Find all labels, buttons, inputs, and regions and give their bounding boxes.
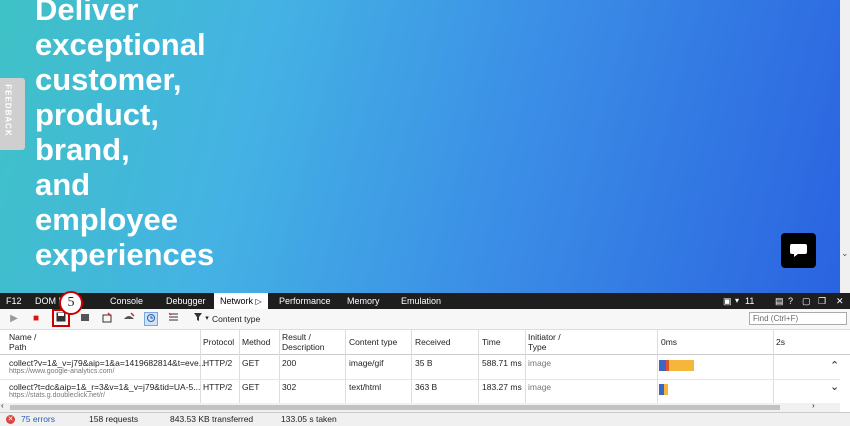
always-refresh-icon[interactable]: [144, 312, 158, 326]
request-result: 302: [282, 382, 297, 392]
request-time: 183.27 ms: [482, 382, 522, 392]
play-circle-icon: ▷: [255, 297, 262, 306]
clear-session-icon[interactable]: [100, 312, 114, 326]
close-icon[interactable]: ✕: [836, 293, 844, 309]
horizontal-scrollbar[interactable]: ‹ ›: [0, 401, 840, 412]
request-content-type: text/html: [349, 382, 382, 392]
error-icon: ✕: [6, 415, 15, 424]
column-header-name[interactable]: Name / Path: [9, 332, 36, 352]
hero-title-line: brand,: [35, 132, 130, 167]
column-header-result-label: Result /: [282, 332, 311, 342]
column-header-description-label: Description: [282, 342, 325, 352]
monitor-count: 11: [745, 296, 755, 306]
request-result: 200: [282, 358, 297, 368]
scrollbar-thumb[interactable]: [10, 405, 780, 410]
request-protocol: HTTP/2: [203, 358, 233, 368]
clear-cache-icon[interactable]: [122, 312, 136, 326]
request-content-type: image/gif: [349, 358, 384, 368]
find-input[interactable]: Find (Ctrl+F): [749, 312, 847, 325]
network-toolbar: ▶ ■ ▾ Content type Find (Ctrl+F): [0, 309, 850, 330]
column-header-content-type[interactable]: Content type: [349, 337, 397, 347]
column-header-initiator-label: Initiator /: [528, 332, 561, 342]
tab-network-label: Network: [220, 296, 254, 306]
tab-performance[interactable]: Performance: [279, 293, 331, 309]
time-taken: 133.05 s taken: [281, 414, 337, 424]
timing-bar-receive: [669, 360, 694, 371]
list-filter-icon[interactable]: [166, 312, 180, 326]
page-scrollbar[interactable]: ⌄: [840, 0, 850, 293]
step-badge: 5: [59, 291, 83, 315]
chat-bubble-icon: [790, 244, 807, 257]
request-protocol: HTTP/2: [203, 382, 233, 392]
request-initiator: image: [528, 382, 552, 392]
tab-memory[interactable]: Memory: [347, 293, 380, 309]
column-header-method[interactable]: Method: [242, 337, 270, 347]
chevron-up-icon[interactable]: ⌃: [830, 359, 839, 372]
hero-banner: Deliver exceptional customer, product, b…: [0, 0, 850, 293]
devtools-tabbar: F12 DOM E Console Debugger Network ▷ Per…: [0, 293, 850, 309]
column-header-name-label: Name /: [9, 332, 37, 342]
tab-network[interactable]: Network ▷: [214, 293, 268, 309]
import-icon[interactable]: [78, 312, 92, 326]
hero-title-line: Deliver: [35, 0, 139, 27]
errors-link[interactable]: 75 errors: [21, 413, 55, 426]
hero-title-line: customer,: [35, 62, 182, 97]
request-name: collect?v=1&_v=j79&aip=1&a=1419682814&t=…: [9, 358, 206, 368]
request-method: GET: [242, 382, 260, 392]
transferred-size: 843.53 KB transferred: [170, 414, 254, 424]
hero-title-line: and: [35, 167, 91, 202]
tab-debugger[interactable]: Debugger: [166, 293, 206, 309]
table-row[interactable]: collect?v=1&_v=j79&aip=1&a=1419682814&t=…: [0, 355, 840, 380]
monitor-icon[interactable]: ▣: [723, 293, 732, 309]
column-header-initiator[interactable]: Initiator / Type: [528, 332, 561, 352]
request-path: https://stats.g.doubleclick.net/r/: [9, 392, 106, 399]
request-received: 363 B: [415, 382, 438, 392]
chat-button[interactable]: [781, 233, 816, 268]
chevron-left-icon[interactable]: ‹: [1, 401, 4, 410]
column-header-protocol[interactable]: Protocol: [203, 337, 234, 347]
request-name: collect?t=dc&aip=1&_r=3&v=1&_v=j79&tid=U…: [9, 382, 201, 392]
table-row[interactable]: collect?t=dc&aip=1&_r=3&v=1&_v=j79&tid=U…: [0, 379, 840, 404]
column-header-type-label: Type: [528, 342, 547, 352]
feedback-tab[interactable]: FEEDBACK: [0, 78, 25, 150]
undock-icon[interactable]: ▢: [802, 293, 811, 309]
chevron-down-icon[interactable]: ⌄: [841, 248, 849, 259]
hero-title-line: exceptional: [35, 27, 206, 62]
chevron-down-icon[interactable]: ⌄: [830, 380, 839, 393]
play-icon[interactable]: ▶: [7, 312, 21, 326]
stop-icon[interactable]: ■: [29, 312, 43, 326]
tab-emulation[interactable]: Emulation: [401, 293, 441, 309]
f12-label: F12: [6, 296, 22, 306]
request-method: GET: [242, 358, 260, 368]
content-type-filter[interactable]: Content type: [212, 314, 260, 324]
tab-console[interactable]: Console: [110, 293, 143, 309]
timing-bar-receive: [664, 384, 668, 395]
column-header-time[interactable]: Time: [482, 337, 501, 347]
chevron-right-icon[interactable]: ›: [812, 401, 815, 410]
request-path: https://www.google-analytics.com/: [9, 368, 115, 375]
restore-icon[interactable]: ❐: [818, 293, 826, 309]
help-button[interactable]: ?: [788, 293, 793, 309]
hero-title-line: product,: [35, 97, 159, 132]
devtools-panel: F12 DOM E Console Debugger Network ▷ Per…: [0, 291, 850, 426]
hero-title-line: employee: [35, 202, 179, 237]
timing-bar-connect: [659, 360, 666, 371]
hero-title-line: experiences: [35, 237, 215, 272]
request-received: 35 B: [415, 358, 433, 368]
column-header-result[interactable]: Result / Description: [282, 332, 325, 352]
timeline-mark-label: 2s: [776, 337, 785, 347]
column-header-received[interactable]: Received: [415, 337, 450, 347]
timeline-start-label: 0ms: [661, 337, 678, 347]
request-time: 588.71 ms: [482, 358, 522, 368]
grid-header: Name / Path Protocol Method Result / Des…: [0, 330, 850, 355]
dropdown-arrow-icon[interactable]: ▾: [735, 293, 739, 309]
status-bar: ✕ 75 errors 158 requests 843.53 KB trans…: [0, 412, 850, 426]
hero-title: Deliver exceptional customer, product, b…: [35, 0, 214, 272]
console-toggle-icon[interactable]: ▤: [775, 293, 784, 309]
requests-count: 158 requests: [89, 414, 139, 424]
column-header-path-label: Path: [9, 342, 27, 352]
request-initiator: image: [528, 358, 552, 368]
network-grid: Name / Path Protocol Method Result / Des…: [0, 330, 850, 404]
feedback-label: FEEDBACK: [3, 84, 13, 137]
